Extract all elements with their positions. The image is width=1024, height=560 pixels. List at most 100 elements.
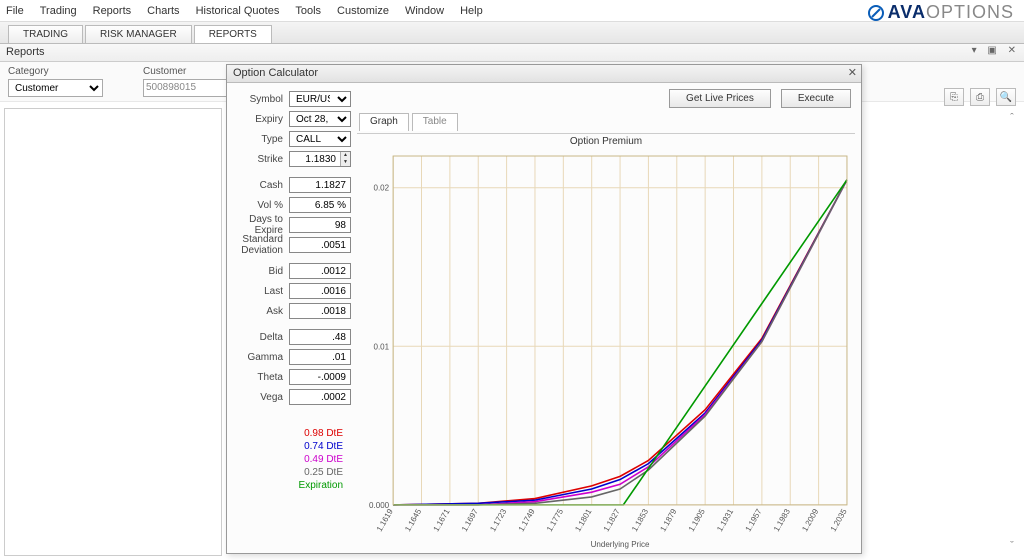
theta-input[interactable] bbox=[289, 369, 351, 385]
delta-label: Delta bbox=[231, 332, 285, 343]
sd-input[interactable] bbox=[289, 237, 351, 253]
svg-text:1.1775: 1.1775 bbox=[545, 507, 565, 533]
legend-025: 0.25 DtE bbox=[231, 466, 351, 479]
last-input[interactable] bbox=[289, 283, 351, 299]
bid-label: Bid bbox=[231, 266, 285, 277]
graph-tab-graph[interactable]: Graph bbox=[359, 113, 409, 131]
legend-098: 0.98 DtE bbox=[231, 427, 351, 440]
svg-text:1.1879: 1.1879 bbox=[658, 507, 678, 533]
menu-file[interactable]: File bbox=[6, 5, 24, 17]
svg-text:1.1619: 1.1619 bbox=[375, 507, 395, 533]
panel-window-controls[interactable]: ▾ ▣ ✕ bbox=[972, 45, 1020, 56]
main-tab-bar: TRADING RISK MANAGER REPORTS bbox=[0, 22, 1024, 44]
dte-input[interactable] bbox=[289, 217, 351, 233]
menu-tools[interactable]: Tools bbox=[295, 5, 321, 17]
vega-label: Vega bbox=[231, 392, 285, 403]
svg-text:1.1827: 1.1827 bbox=[602, 507, 622, 533]
tab-reports[interactable]: REPORTS bbox=[194, 25, 272, 43]
svg-text:1.1697: 1.1697 bbox=[460, 507, 480, 533]
bid-input[interactable] bbox=[289, 263, 351, 279]
cash-input[interactable] bbox=[289, 177, 351, 193]
get-live-prices-button[interactable]: Get Live Prices bbox=[669, 89, 771, 108]
strike-label: Strike bbox=[231, 154, 285, 165]
svg-text:Underlying Price: Underlying Price bbox=[591, 540, 650, 549]
vega-input[interactable] bbox=[289, 389, 351, 405]
expiry-label: Expiry bbox=[231, 114, 285, 125]
ask-label: Ask bbox=[231, 306, 285, 317]
logo-icon bbox=[866, 3, 886, 23]
svg-text:1.1671: 1.1671 bbox=[432, 507, 452, 533]
svg-text:1.1931: 1.1931 bbox=[715, 507, 735, 533]
svg-text:1.1905: 1.1905 bbox=[687, 507, 707, 533]
strike-stepper[interactable]: ▲▼ bbox=[289, 151, 351, 167]
menu-trading[interactable]: Trading bbox=[40, 5, 77, 17]
reports-panel-header: Reports ▾ ▣ ✕ bbox=[0, 44, 1024, 62]
svg-text:1.2035: 1.2035 bbox=[829, 507, 849, 533]
svg-text:1.1801: 1.1801 bbox=[573, 507, 593, 533]
close-icon[interactable]: ✕ bbox=[848, 66, 857, 79]
customer-label: Customer bbox=[143, 66, 238, 77]
strike-up-icon[interactable]: ▲ bbox=[340, 152, 350, 159]
toolbar-print-icon[interactable]: ⎙ bbox=[970, 88, 990, 106]
svg-text:0.02: 0.02 bbox=[374, 184, 390, 193]
legend-049: 0.49 DtE bbox=[231, 453, 351, 466]
gamma-input[interactable] bbox=[289, 349, 351, 365]
toolbar-search-icon[interactable]: 🔍 bbox=[996, 88, 1016, 106]
reports-panel-title: Reports bbox=[6, 46, 45, 58]
graph-tab-table[interactable]: Table bbox=[412, 113, 458, 131]
graph-panel: Get Live Prices Execute Graph Table Opti… bbox=[355, 83, 861, 553]
customer-value[interactable]: 500898015 bbox=[143, 79, 238, 97]
execute-button[interactable]: Execute bbox=[781, 89, 851, 108]
toolbar-export-icon[interactable]: ⎘ bbox=[944, 88, 964, 106]
modal-title-bar[interactable]: Option Calculator ✕ bbox=[227, 65, 861, 83]
svg-text:1.1983: 1.1983 bbox=[772, 507, 792, 533]
strike-down-icon[interactable]: ▼ bbox=[340, 159, 350, 166]
tab-risk-manager[interactable]: RISK MANAGER bbox=[85, 25, 192, 43]
expiry-select[interactable]: Oct 28, 2020 bbox=[289, 111, 351, 127]
type-label: Type bbox=[231, 134, 285, 145]
scroll-down-arrow[interactable]: ˇ bbox=[1004, 540, 1020, 556]
calculator-inputs: Symbol EUR/USD Expiry Oct 28, 2020 Type CAL… bbox=[227, 83, 355, 553]
chart-area: Option Premium 0.0000.010.021.16191.1645… bbox=[357, 133, 855, 551]
svg-text:1.1723: 1.1723 bbox=[488, 507, 508, 533]
menu-help[interactable]: Help bbox=[460, 5, 483, 17]
chart-svg: 0.0000.010.021.16191.16451.16711.16971.1… bbox=[357, 150, 855, 551]
menu-window[interactable]: Window bbox=[405, 5, 444, 17]
legend-074: 0.74 DtE bbox=[231, 440, 351, 453]
theta-label: Theta bbox=[231, 372, 285, 383]
vol-input[interactable] bbox=[289, 197, 351, 213]
menu-reports[interactable]: Reports bbox=[93, 5, 132, 17]
category-select[interactable]: Customer bbox=[8, 79, 103, 97]
scroll-up-arrow[interactable]: ˆ bbox=[1004, 112, 1020, 128]
option-calculator-window: Option Calculator ✕ Symbol EUR/USD Expiry… bbox=[226, 64, 862, 554]
svg-text:1.2009: 1.2009 bbox=[800, 507, 820, 533]
modal-title: Option Calculator bbox=[233, 67, 318, 79]
app-logo: AVAOPTIONS bbox=[866, 2, 1014, 23]
graph-tab-bar: Graph Table bbox=[355, 113, 861, 131]
dte-label: Days to Expire bbox=[231, 214, 285, 236]
ask-input[interactable] bbox=[289, 303, 351, 319]
reports-tree-panel bbox=[4, 108, 222, 556]
menu-historical-quotes[interactable]: Historical Quotes bbox=[196, 5, 280, 17]
last-label: Last bbox=[231, 286, 285, 297]
menu-customize[interactable]: Customize bbox=[337, 5, 389, 17]
sd-label: Standard Deviation bbox=[231, 234, 285, 256]
gamma-label: Gamma bbox=[231, 352, 285, 363]
legend-expiration: Expiration bbox=[231, 479, 351, 492]
svg-text:1.1853: 1.1853 bbox=[630, 507, 650, 533]
chart-legend: 0.98 DtE 0.74 DtE 0.49 DtE 0.25 DtE Expi… bbox=[231, 427, 351, 492]
svg-text:1.1957: 1.1957 bbox=[744, 507, 764, 533]
menu-charts[interactable]: Charts bbox=[147, 5, 179, 17]
cash-label: Cash bbox=[231, 180, 285, 191]
symbol-label: Symbol bbox=[231, 94, 285, 105]
chart-title: Option Premium bbox=[357, 134, 855, 147]
vol-label: Vol % bbox=[231, 200, 285, 211]
tab-trading[interactable]: TRADING bbox=[8, 25, 83, 43]
delta-input[interactable] bbox=[289, 329, 351, 345]
symbol-select[interactable]: EUR/USD bbox=[289, 91, 351, 107]
svg-text:1.1645: 1.1645 bbox=[403, 507, 423, 533]
svg-text:0.01: 0.01 bbox=[374, 342, 390, 351]
svg-text:1.1749: 1.1749 bbox=[517, 507, 537, 533]
category-label: Category bbox=[8, 66, 103, 77]
type-select[interactable]: CALL bbox=[289, 131, 351, 147]
